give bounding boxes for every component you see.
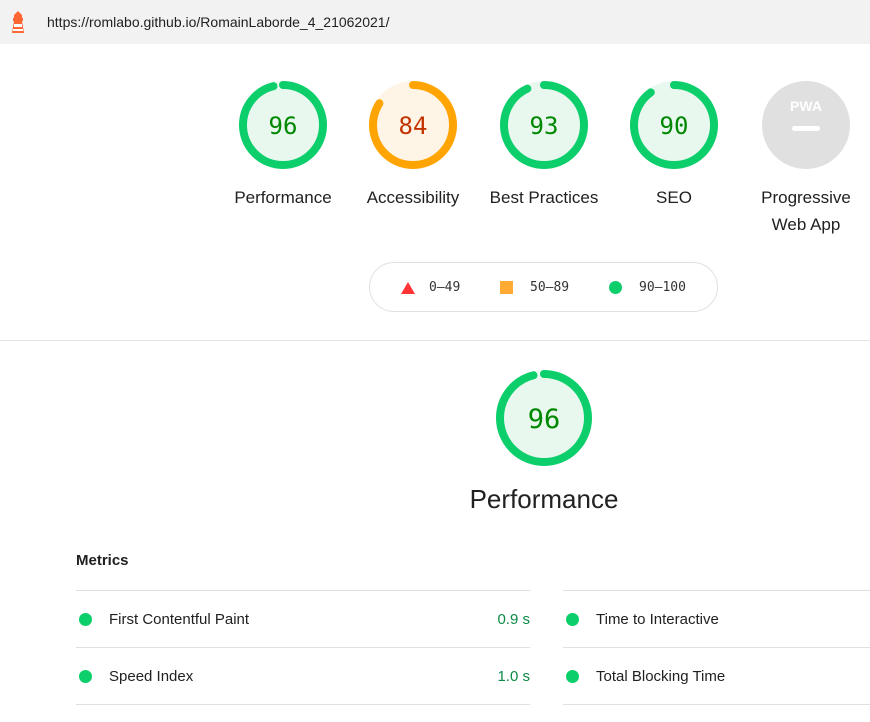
gauge-score: 93: [530, 112, 559, 140]
pwa-badge-text: PWA: [790, 98, 822, 114]
report-url[interactable]: https://romlabo.github.io/RomainLaborde_…: [47, 14, 389, 30]
metric-label: First Contentful Paint: [109, 610, 250, 628]
metric-total-blocking-time: Total Blocking Time: [566, 648, 870, 704]
gauge-performance[interactable]: 96 Performance: [228, 80, 338, 211]
seo-gauge-icon: 90: [630, 81, 718, 169]
metric-first-contentful-paint: First Contentful Paint 0.9 s: [79, 591, 530, 647]
metric-divider: [563, 704, 870, 705]
pass-circle-icon: [566, 669, 579, 683]
report-header-bar: https://romlabo.github.io/RomainLaborde_…: [0, 0, 870, 44]
average-square-icon: [500, 281, 513, 294]
performance-title: Performance: [469, 484, 619, 514]
gauge-seo[interactable]: 90 SEO: [619, 80, 729, 211]
gauge-label: Accessibility: [366, 188, 460, 207]
performance-gauge-icon: 96: [239, 81, 327, 169]
pass-circle-icon: [566, 612, 579, 626]
pass-circle-icon: [609, 281, 622, 294]
metric-speed-index: Speed Index 1.0 s: [79, 648, 530, 704]
lighthouse-logo-icon: [12, 11, 24, 33]
score-scale-legend: 0–49 50–89 90–100: [369, 262, 718, 312]
gauge-score: 96: [269, 112, 298, 140]
section-divider: [0, 340, 870, 341]
gauge-label: Performance: [234, 188, 332, 207]
metric-value: 0.9 s: [497, 610, 530, 628]
gauge-label: Progressive Web App: [761, 188, 851, 234]
best-practices-gauge-icon: 93: [500, 81, 588, 169]
gauge-accessibility[interactable]: 84 Accessibility: [358, 80, 468, 211]
legend-pass: 90–100: [609, 280, 686, 295]
pass-circle-icon: [79, 612, 92, 626]
gauge-score: 84: [399, 112, 428, 140]
gauge-pwa[interactable]: PWA Progressive Web App: [750, 80, 862, 238]
metric-label: Total Blocking Time: [596, 667, 726, 685]
gauge-label: Best Practices: [489, 188, 599, 207]
metric-divider: [76, 704, 530, 705]
fail-triangle-icon: [401, 281, 415, 294]
gauge-best-practices[interactable]: 93 Best Practices: [489, 80, 599, 211]
accessibility-gauge-icon: 84: [369, 81, 457, 169]
performance-large-gauge-icon: 96: [496, 370, 592, 466]
gauge-label: SEO: [656, 188, 692, 207]
metric-time-to-interactive: Time to Interactive: [566, 591, 870, 647]
metric-label: Time to Interactive: [596, 610, 719, 628]
performance-section-gauge: 96: [494, 368, 594, 468]
performance-score: 96: [528, 404, 561, 435]
pwa-badge-icon: PWA: [762, 81, 850, 169]
legend-fail: 0–49: [401, 280, 460, 295]
gauge-score: 90: [660, 112, 689, 140]
metrics-heading: Metrics: [76, 552, 129, 569]
metric-label: Speed Index: [109, 667, 194, 685]
legend-average: 50–89: [500, 280, 569, 295]
pass-circle-icon: [79, 669, 92, 683]
metric-value: 1.0 s: [497, 667, 530, 685]
